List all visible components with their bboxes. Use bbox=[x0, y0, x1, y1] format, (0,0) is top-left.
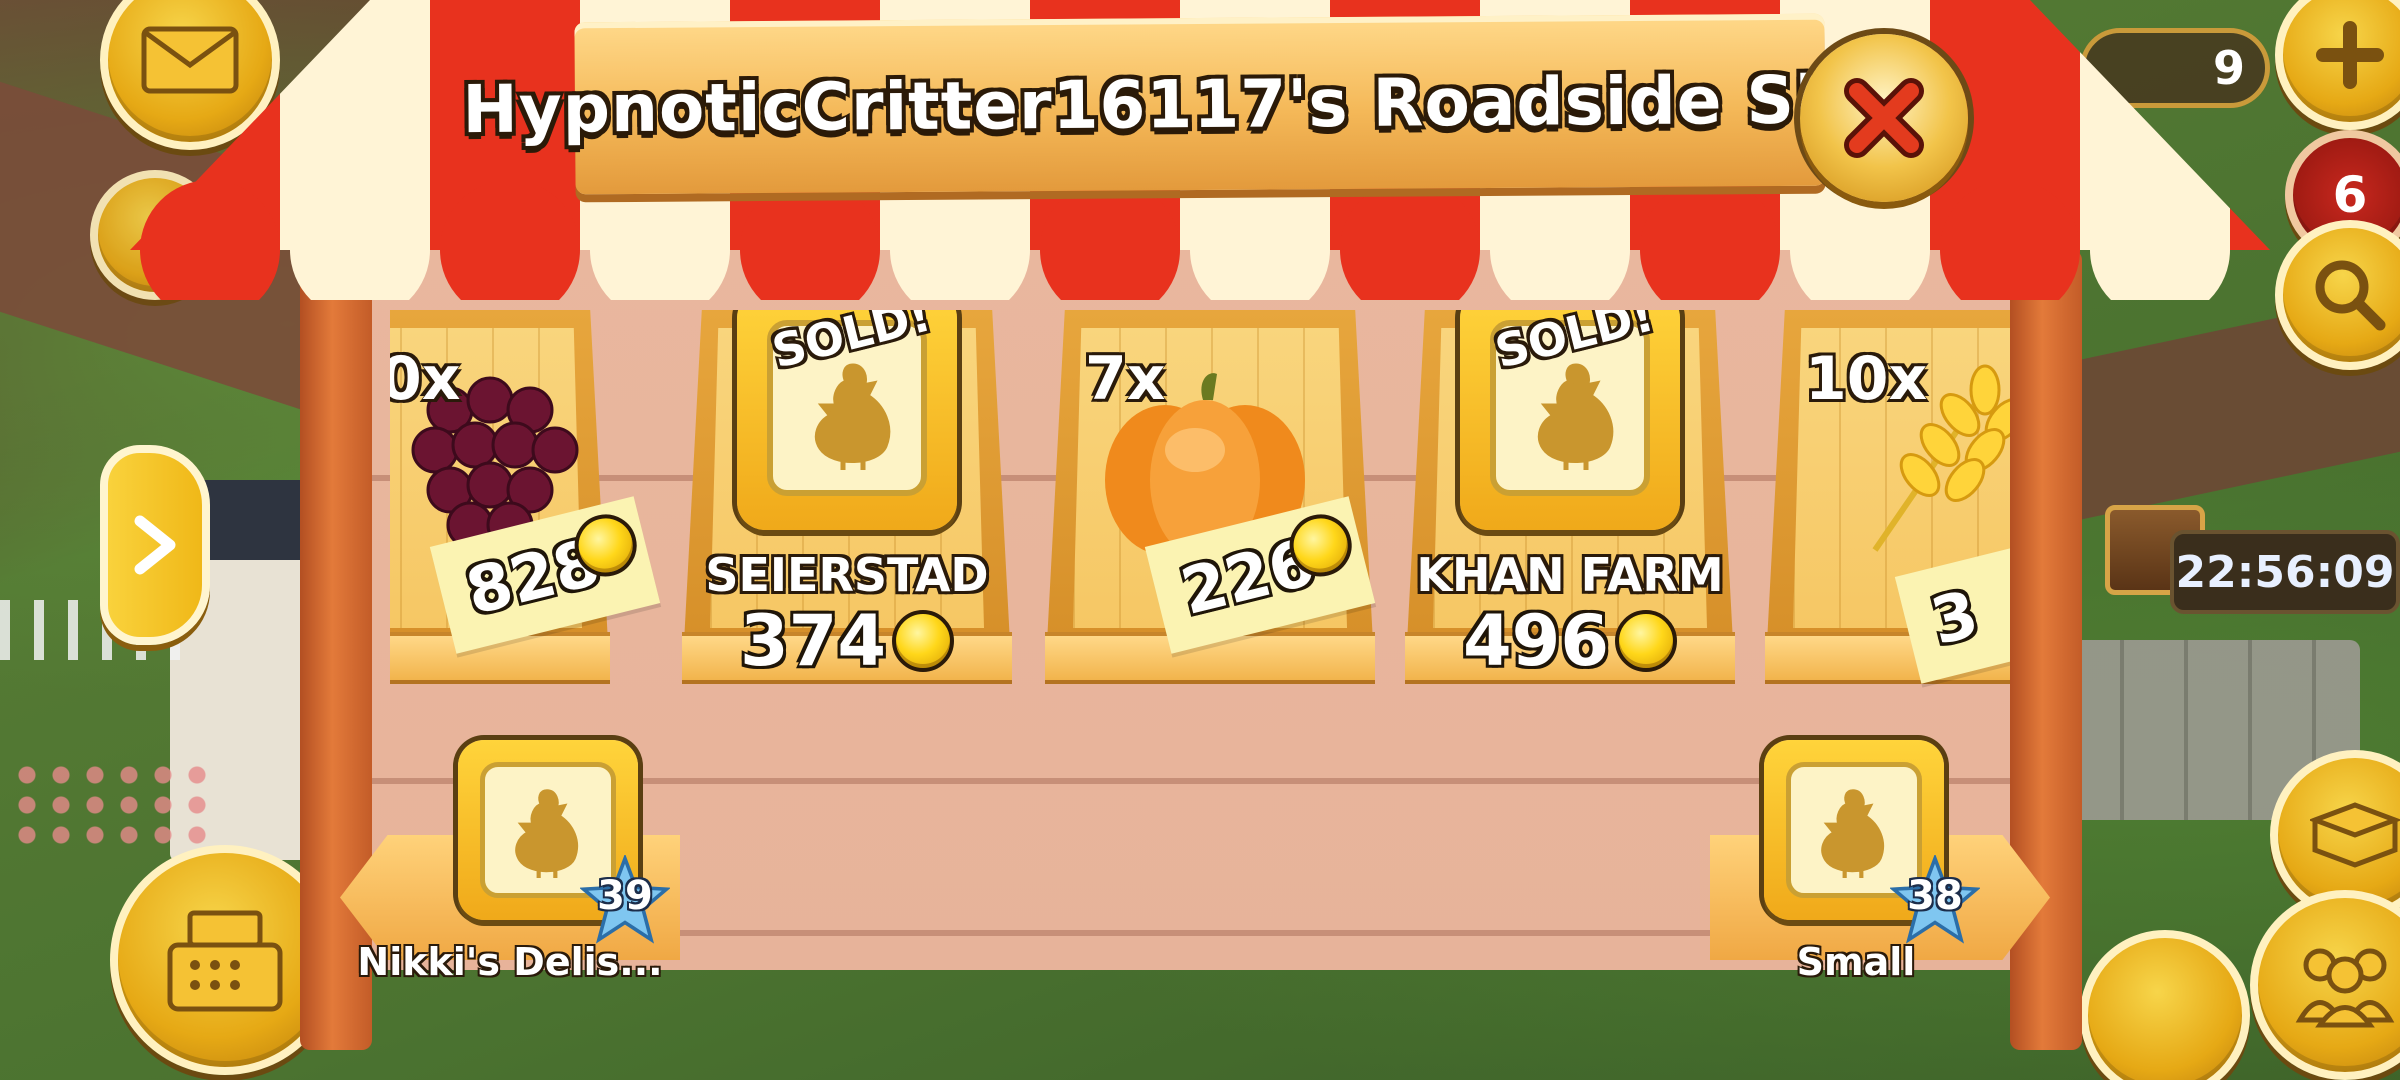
neighbor-level: 39 bbox=[597, 873, 653, 919]
sold-price: 374 bbox=[682, 600, 1012, 682]
previous-neighbor-sign[interactable]: 39 Nikki's Delis... bbox=[340, 740, 690, 984]
crate-quantity: 7x bbox=[1085, 344, 1166, 414]
coin-icon bbox=[892, 610, 955, 672]
close-button[interactable] bbox=[1800, 34, 1968, 202]
cash-register-icon bbox=[167, 910, 283, 1012]
crate-quantity: 0x bbox=[390, 344, 461, 414]
coin-icon bbox=[1615, 610, 1678, 672]
crate-quantity: 10x bbox=[1805, 344, 1928, 414]
crate-pumpkin[interactable]: 7x 226 bbox=[1045, 310, 1376, 690]
event-timer: 22:56:09 bbox=[2170, 530, 2400, 614]
flower-bed bbox=[10, 760, 210, 850]
price-value: 496 bbox=[1462, 600, 1610, 682]
sold-badge: SOLD! bbox=[1460, 310, 1680, 530]
previous-shop-arrow[interactable] bbox=[100, 445, 210, 645]
crate-sold[interactable]: SOLD! SEIERSTAD 374 bbox=[682, 310, 1012, 690]
neighbor-name: Nikki's Delis... bbox=[357, 940, 663, 984]
sold-badge: SOLD! bbox=[737, 310, 957, 530]
diamond-counter-value: 6 bbox=[2332, 166, 2368, 224]
chevron-right-icon bbox=[134, 515, 176, 575]
shop-title-banner: HypnoticCritter16117's Roadside Shop bbox=[462, 13, 1938, 195]
magnifier-icon bbox=[2315, 260, 2386, 331]
crate-wheat[interactable]: 10x 3 bbox=[1765, 310, 2010, 690]
crate-sold[interactable]: SOLD! KHAN FARM 496 bbox=[1405, 310, 1735, 690]
event-timer-value: 22:56:09 bbox=[2175, 546, 2395, 598]
neighbor-level: 38 bbox=[1907, 873, 1963, 919]
next-neighbor-sign[interactable]: 38 Small bbox=[1710, 740, 2060, 984]
crate-row: 0x 828 SOLD! SEIERSTAD 374 7x 226 SOLD! … bbox=[390, 310, 2010, 690]
buyer-name: KHAN FARM bbox=[1416, 548, 1724, 602]
chicken-silhouette-icon bbox=[814, 363, 891, 470]
close-icon bbox=[1844, 78, 1924, 158]
crate-raspberry[interactable]: 0x 828 bbox=[390, 310, 661, 690]
plus-icon bbox=[2316, 21, 2384, 89]
price-value: 3 bbox=[1924, 577, 1986, 661]
shop-title: HypnoticCritter16117's Roadside Shop bbox=[462, 60, 1938, 148]
neighbor-name: Small bbox=[1796, 940, 1916, 984]
buyer-name: SEIERSTAD bbox=[705, 548, 989, 602]
chicken-silhouette-icon bbox=[1537, 363, 1614, 470]
sold-price: 496 bbox=[1405, 600, 1735, 682]
friends-icon bbox=[2295, 948, 2395, 1028]
chicken-silhouette-icon bbox=[1821, 789, 1885, 878]
price-value: 374 bbox=[739, 600, 887, 682]
box-icon bbox=[2310, 802, 2400, 868]
